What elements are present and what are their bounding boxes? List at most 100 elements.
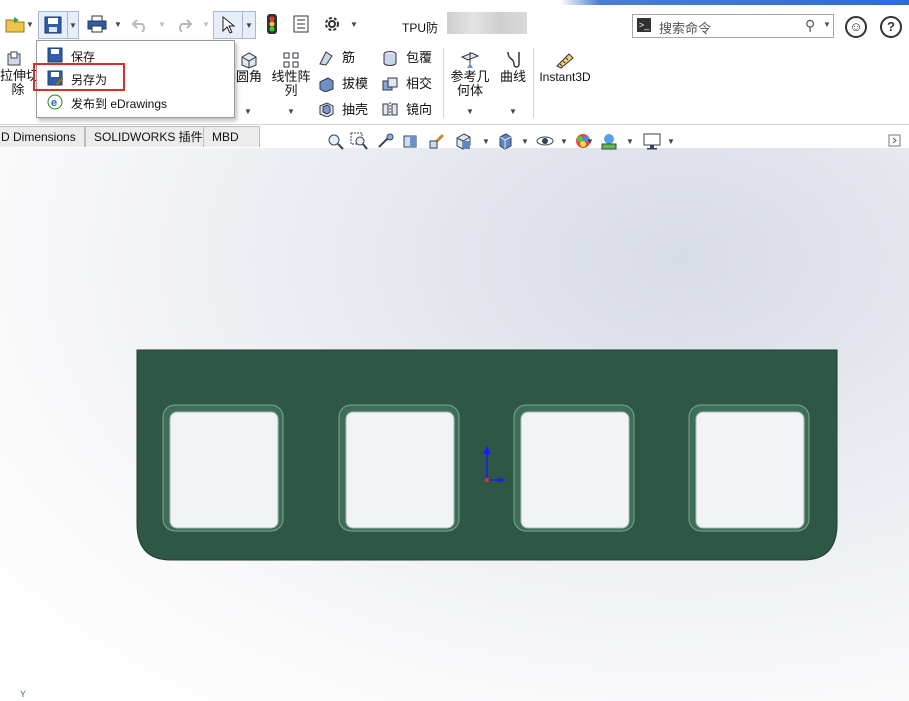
triad-y-axis-icon: Y (20, 689, 26, 699)
rib-button[interactable]: 筋 (342, 51, 355, 65)
reference-geometry-label-line2: 何体 (456, 83, 483, 98)
ribbon-separator (533, 48, 534, 118)
previous-view-icon[interactable] (376, 132, 394, 150)
mirror-button[interactable]: 镜向 (406, 103, 432, 117)
svg-text:Y: Y (20, 689, 26, 699)
redacted-title-area (447, 12, 527, 34)
tab-solidworks-addins[interactable]: SOLIDWORKS 插件 (85, 126, 212, 147)
task-pane-toggle-icon[interactable] (888, 134, 902, 148)
rebuild-button[interactable] (262, 11, 282, 37)
redo-dropdown-icon[interactable]: ▼ (202, 20, 210, 29)
document-title: TPU防 (402, 21, 439, 35)
svg-text:e: e (51, 97, 57, 109)
view-settings-icon[interactable] (642, 132, 664, 150)
intersect-icon (382, 77, 398, 91)
annotation-highlight-box (33, 63, 125, 91)
fillet-icon (241, 52, 257, 69)
options-dropdown-icon[interactable]: ▼ (350, 20, 358, 29)
view-orientation-icon[interactable] (454, 132, 472, 150)
chevron-down-icon: ▼ (245, 20, 253, 30)
zoom-to-area-icon[interactable] (350, 132, 368, 150)
reference-geometry-icon (460, 52, 480, 68)
search-dropdown-icon[interactable]: ▼ (823, 20, 831, 29)
intersect-button[interactable]: 相交 (406, 77, 432, 91)
save-icon (47, 47, 63, 63)
curves-dropdown-icon[interactable]: ▼ (509, 107, 517, 116)
section-view-icon[interactable] (402, 132, 420, 150)
extruded-cut-label-line2: 除 (11, 82, 25, 97)
open-dropdown-icon[interactable]: ▼ (26, 20, 34, 29)
extruded-cut-icon (7, 51, 21, 66)
ribbon-separator (443, 48, 444, 118)
linear-pattern-dropdown-icon[interactable]: ▼ (287, 107, 295, 116)
print-dropdown-icon[interactable]: ▼ (114, 20, 122, 29)
quick-access-toolbar: ▼ ▼ ▼ ▼ ▼ ▼ ▼ TPU防 >_ 搜索命令 ⚲ ▼ ☺ ? (0, 0, 909, 43)
select-button[interactable] (213, 11, 243, 39)
apply-scene-dropdown-icon[interactable]: ▼ (626, 137, 634, 146)
extruded-cut-label-line1: 拉伸切 (0, 68, 40, 83)
tab-3d-dimensions[interactable]: D Dimensions (0, 126, 85, 147)
save-dropdown-button[interactable]: ▼ (67, 11, 79, 39)
undo-icon (131, 19, 145, 32)
select-dropdown-button[interactable]: ▼ (242, 11, 256, 39)
apply-scene-icon[interactable] (600, 132, 618, 150)
edit-appearance-dropdown-icon[interactable]: ▼ (586, 137, 594, 146)
search-icon[interactable]: ⚲ (805, 17, 815, 34)
hide-show-dropdown-icon[interactable]: ▼ (560, 137, 568, 146)
mirror-icon (382, 102, 398, 117)
linear-pattern-label-line1: 线性阵 (271, 69, 311, 84)
view-settings-dropdown-icon[interactable]: ▼ (667, 137, 675, 146)
rib-icon (319, 51, 333, 66)
extruded-cut-button[interactable]: 拉伸切 除 (0, 68, 40, 97)
save-button[interactable] (38, 11, 68, 39)
reference-geometry-button[interactable]: 参考几 何体 (449, 70, 491, 98)
undo-dropdown-icon[interactable]: ▼ (158, 20, 166, 29)
display-style-icon[interactable] (496, 132, 514, 150)
part-model[interactable] (135, 348, 840, 563)
dynamic-annotation-icon[interactable] (428, 132, 446, 150)
fillet-button[interactable]: 圆角 (232, 70, 266, 84)
user-account-icon[interactable]: ☺ (845, 16, 867, 38)
traffic-light-icon (267, 14, 277, 34)
cursor-arrow-icon (222, 16, 235, 34)
undo-button[interactable] (128, 11, 152, 37)
curves-button[interactable]: 曲线 (497, 70, 529, 84)
menu-item-label: 发布到 eDrawings (71, 97, 168, 111)
view-orientation-dropdown-icon[interactable]: ▼ (482, 137, 490, 146)
command-prompt-icon: >_ (637, 18, 651, 32)
reference-geometry-dropdown-icon[interactable]: ▼ (466, 107, 474, 116)
edrawings-icon: e (47, 94, 63, 110)
options-button[interactable] (320, 11, 344, 37)
draft-button[interactable]: 拔模 (342, 77, 368, 91)
pocket-2 (338, 404, 460, 532)
redo-icon (179, 19, 193, 32)
fillet-dropdown-icon[interactable]: ▼ (244, 107, 252, 116)
redo-button[interactable] (172, 11, 196, 37)
open-folder-icon (5, 17, 25, 33)
instant3d-icon (556, 53, 574, 69)
shell-icon (319, 102, 334, 117)
search-placeholder: 搜索命令 (659, 21, 712, 36)
menu-item-publish-edrawings[interactable]: e 发布到 eDrawings (41, 91, 229, 113)
file-properties-icon (293, 15, 309, 33)
zoom-to-fit-icon[interactable] (326, 132, 344, 150)
wrap-button[interactable]: 包覆 (406, 51, 432, 65)
wrap-icon (383, 51, 397, 66)
hide-show-items-icon[interactable] (536, 132, 554, 150)
reference-geometry-label-line1: 参考几 (450, 69, 490, 84)
print-button[interactable] (84, 11, 110, 37)
search-commands-field[interactable]: >_ 搜索命令 ⚲ ▼ (632, 14, 834, 38)
instant3d-button[interactable]: Instant3D (536, 70, 594, 84)
file-properties-button[interactable] (290, 11, 312, 37)
print-icon (87, 15, 107, 33)
tab-mbd[interactable]: MBD (203, 126, 260, 147)
help-icon[interactable]: ? (880, 16, 902, 38)
curves-icon (507, 51, 520, 68)
linear-pattern-button[interactable]: 线性阵 列 (268, 70, 314, 98)
linear-pattern-label-line2: 列 (284, 83, 298, 98)
pocket-1 (162, 404, 284, 532)
pocket-3 (513, 404, 635, 532)
chevron-down-icon: ▼ (69, 20, 77, 30)
shell-button[interactable]: 抽壳 (342, 103, 368, 117)
display-style-dropdown-icon[interactable]: ▼ (521, 137, 529, 146)
